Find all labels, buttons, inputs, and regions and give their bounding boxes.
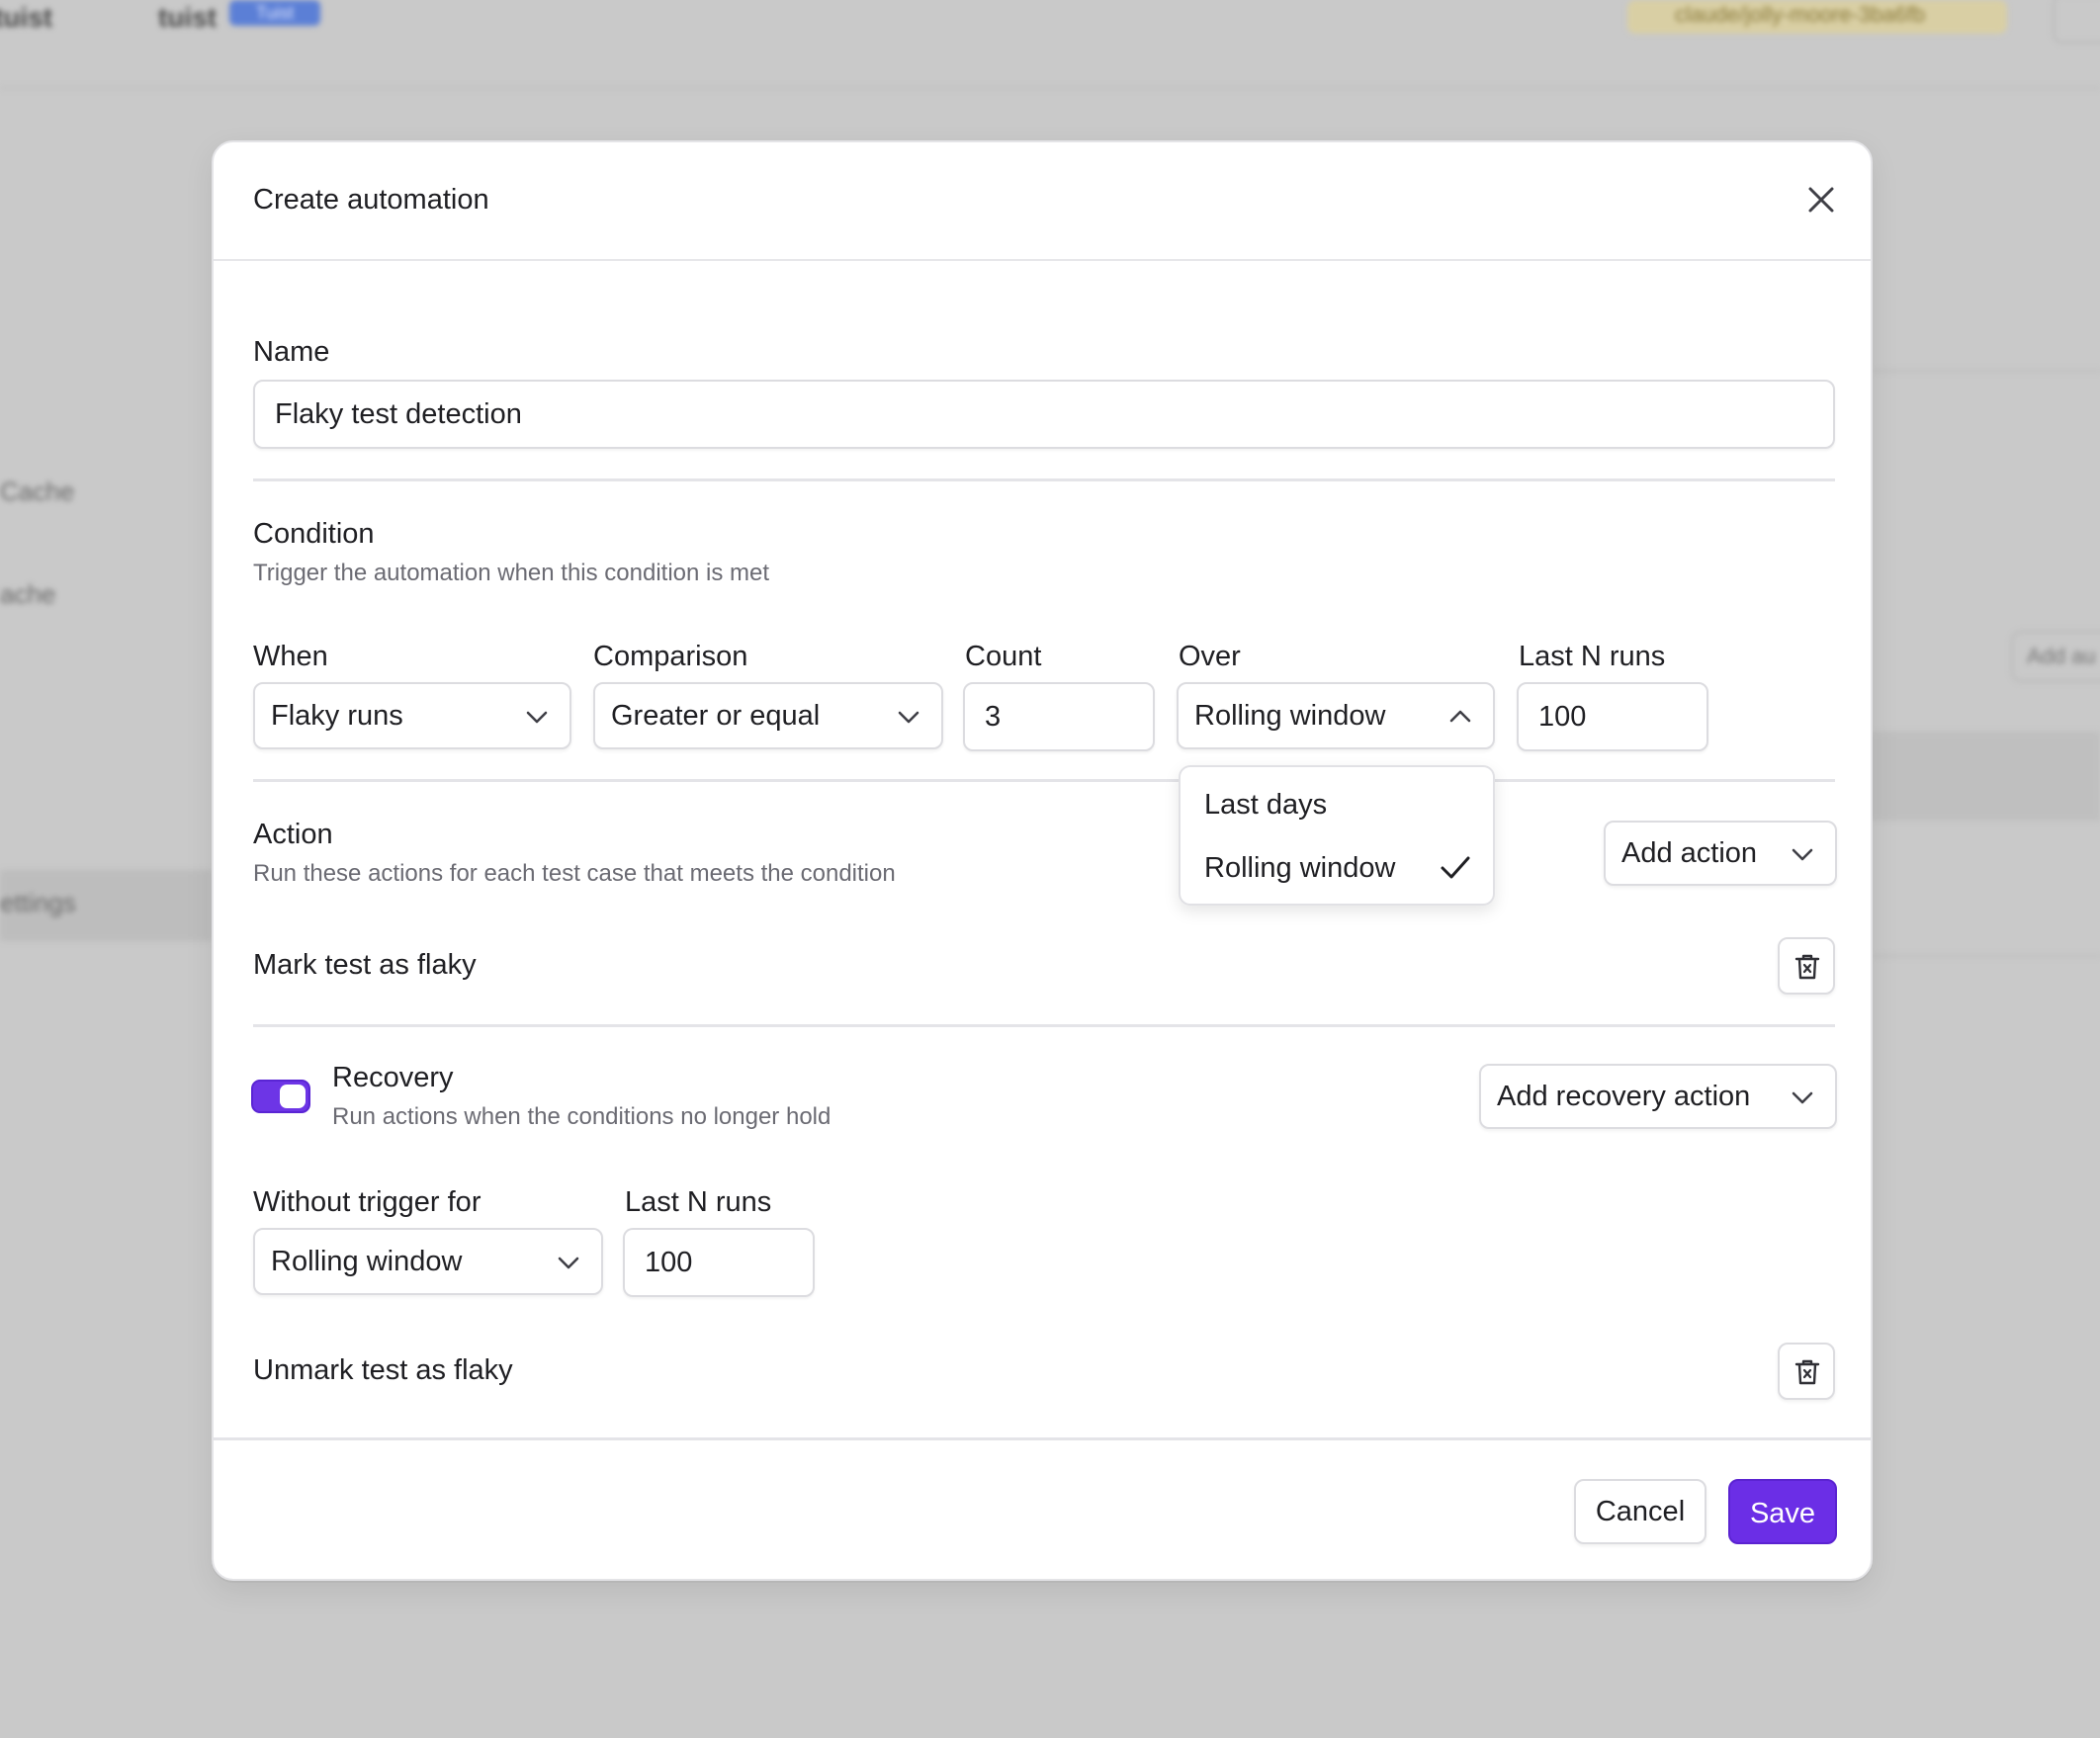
chevron-down-icon [896, 704, 921, 730]
background-branch-chip: claude/jolly-moore-3ba6fb [1627, 0, 2007, 34]
recovery-item-label: Unmark test as flaky [253, 1354, 513, 1386]
background-divider [1869, 370, 2100, 372]
recovery-toggle[interactable] [251, 1080, 310, 1113]
background-badge: Tuist [229, 0, 320, 26]
without-trigger-label: Without trigger for [253, 1186, 481, 1218]
condition-description: Trigger the automation when this conditi… [253, 560, 770, 586]
comparison-select-value: Greater or equal [611, 700, 821, 732]
add-action-button[interactable]: Add action [1604, 821, 1837, 886]
background-nav-item: ache [0, 579, 56, 609]
recovery-description: Run actions when the conditions no longe… [332, 1103, 831, 1130]
dialog-title: Create automation [253, 184, 489, 216]
action-description: Run these actions for each test case tha… [253, 860, 896, 887]
delete-recovery-action-button[interactable] [1778, 1343, 1835, 1400]
over-select[interactable]: Rolling window [1177, 682, 1495, 749]
background-row-highlight [1849, 732, 2100, 821]
chevron-up-icon [1447, 704, 1473, 730]
chevron-down-icon [1790, 1085, 1815, 1110]
without-trigger-select[interactable]: Rolling window [253, 1228, 603, 1295]
dialog-header: Create automation [214, 142, 1871, 261]
over-label: Over [1179, 641, 1241, 672]
dialog-footer-divider [214, 1437, 1871, 1440]
comparison-label: Comparison [593, 641, 748, 672]
add-action-label: Add action [1621, 837, 1758, 869]
last-n-runs-label: Last N runs [1519, 641, 1666, 672]
trash-icon [1794, 954, 1820, 980]
condition-title: Condition [253, 518, 375, 550]
count-label: Count [965, 641, 1042, 672]
add-recovery-action-button[interactable]: Add recovery action [1479, 1064, 1837, 1129]
comparison-select[interactable]: Greater or equal [593, 682, 943, 749]
check-icon [1440, 854, 1471, 882]
section-divider [253, 478, 1835, 481]
trash-icon [1794, 1359, 1820, 1385]
section-divider [253, 779, 1835, 782]
save-button[interactable]: Save [1728, 1479, 1837, 1544]
delete-action-button[interactable] [1778, 937, 1835, 995]
menu-option-last-days[interactable]: Last days [1182, 775, 1493, 834]
close-icon [1808, 187, 1834, 213]
recovery-last-n-runs-input[interactable]: 100 [623, 1228, 815, 1297]
background-nav-item: ettings [0, 888, 76, 917]
over-select-value: Rolling window [1194, 700, 1386, 732]
recovery-title: Recovery [332, 1062, 454, 1093]
cancel-button[interactable]: Cancel [1574, 1479, 1706, 1544]
section-divider [253, 1024, 1835, 1027]
create-automation-dialog: Create automation Name Flaky test detect… [212, 140, 1873, 1581]
when-select[interactable]: Flaky runs [253, 682, 571, 749]
last-n-runs-input[interactable]: 100 [1517, 682, 1708, 751]
menu-option-label: Last days [1204, 789, 1328, 821]
background-breadcrumb-project: tuist [158, 2, 218, 33]
background-top-button [2053, 0, 2100, 43]
menu-option-label: Rolling window [1204, 852, 1396, 884]
background-divider [1869, 955, 2100, 957]
recovery-last-n-runs-label: Last N runs [625, 1186, 772, 1218]
background-add-button: Add au [2011, 631, 2100, 682]
action-item-label: Mark test as flaky [253, 949, 477, 981]
action-title: Action [253, 819, 333, 850]
add-recovery-action-label: Add recovery action [1497, 1081, 1751, 1112]
name-label: Name [253, 336, 330, 368]
close-button[interactable] [1801, 180, 1841, 219]
over-dropdown-menu: Last days Rolling window [1179, 765, 1495, 906]
chevron-down-icon [556, 1250, 581, 1275]
count-input[interactable]: 3 [963, 682, 1155, 751]
chevron-down-icon [524, 704, 550, 730]
background-nav-item: Cache [0, 477, 75, 506]
chevron-down-icon [1790, 841, 1815, 867]
when-label: When [253, 641, 328, 672]
menu-option-rolling-window[interactable]: Rolling window [1182, 838, 1493, 898]
background-breadcrumb-org: tuist [0, 2, 53, 33]
when-select-value: Flaky runs [271, 700, 403, 732]
background-topbar: tuist tuist Tuist claude/jolly-moore-3ba… [0, 0, 2100, 89]
without-trigger-select-value: Rolling window [271, 1246, 463, 1277]
name-input[interactable]: Flaky test detection [253, 380, 1835, 449]
toggle-knob [280, 1085, 306, 1108]
